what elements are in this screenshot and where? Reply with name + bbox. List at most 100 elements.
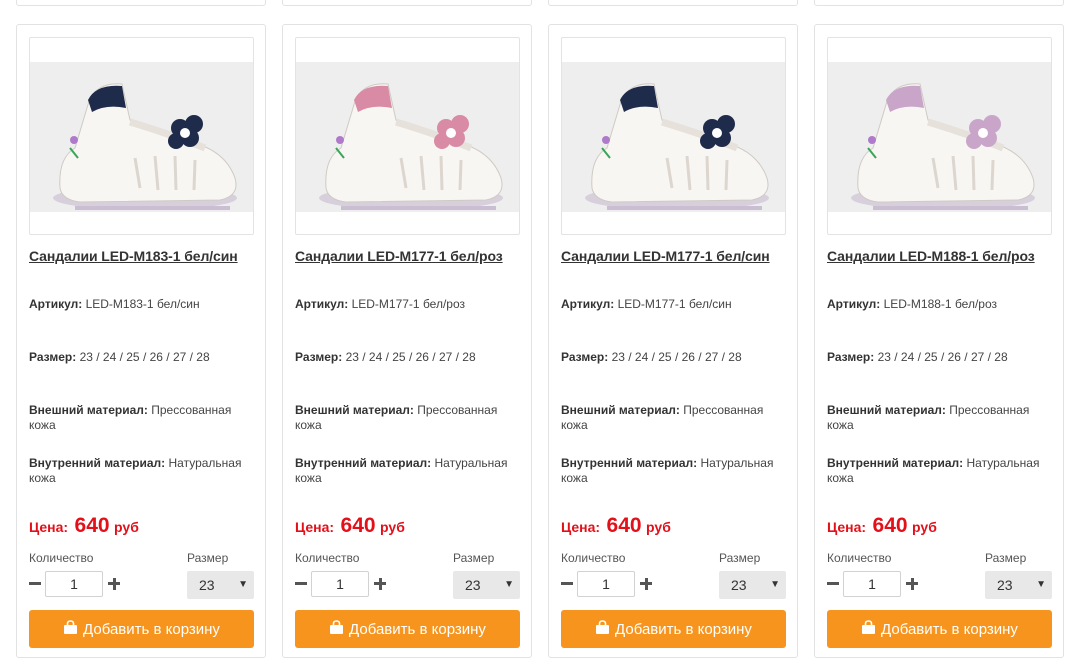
inner-material-row: Внутренний материал: Натуральная кожа [561,456,789,486]
previous-row-card [282,0,532,6]
sizes-label: Размер: [827,350,875,364]
quantity-label: Количество [295,551,360,565]
plus-icon[interactable] [638,573,654,593]
product-photo[interactable] [295,37,520,235]
chevron-down-icon: ▼ [504,579,514,590]
shopping-bag-icon [329,619,344,639]
chevron-down-icon: ▼ [1036,579,1046,590]
sizes-row: Размер: 23 / 24 / 25 / 26 / 27 / 28 [29,350,257,365]
size-select-value: 23 [997,577,1013,593]
price: Цена: 640 руб [827,514,937,538]
add-to-cart-button[interactable]: Добавить в корзину [827,610,1052,648]
size-select[interactable]: 23 ▼ [985,571,1052,599]
inner-material-label: Внутренний материал: [561,456,698,470]
shopping-bag-icon [63,619,78,639]
chevron-down-icon: ▼ [238,579,248,590]
size-select[interactable]: 23 ▼ [453,571,520,599]
price-currency: руб [114,519,139,535]
sku-label: Артикул: [295,297,349,311]
sizes-value: 23 / 24 / 25 / 26 / 27 / 28 [79,350,210,364]
outer-material-row: Внешний материал: Прессованная кожа [295,403,523,433]
sandal-image [562,62,785,212]
plus-icon[interactable] [372,573,388,593]
price: Цена: 640 руб [29,514,139,538]
sizes-row: Размер: 23 / 24 / 25 / 26 / 27 / 28 [295,350,523,365]
outer-material-row: Внешний материал: Прессованная кожа [29,403,257,433]
price-label: Цена: [29,519,69,535]
product-card: Сандалии LED-M177-1 бел/роз Артикул: LED… [282,24,532,658]
outer-material-label: Внешний материал: [29,403,148,417]
inner-material-label: Внутренний материал: [29,456,166,470]
sku-label: Артикул: [561,297,615,311]
inner-material-label: Внутренний материал: [295,456,432,470]
price: Цена: 640 руб [561,514,671,538]
inner-material-row: Внутренний материал: Натуральная кожа [827,456,1055,486]
price: Цена: 640 руб [295,514,405,538]
add-to-cart-button[interactable]: Добавить в корзину [561,610,786,648]
product-title[interactable]: Сандалии LED-M177-1 бел/син [561,248,770,264]
product-photo[interactable] [827,37,1052,235]
sizes-label: Размер: [29,350,77,364]
sandal-image [30,62,253,212]
size-select[interactable]: 23 ▼ [187,571,254,599]
outer-material-label: Внешний материал: [295,403,414,417]
minus-icon[interactable] [559,573,575,593]
chevron-down-icon: ▼ [770,579,780,590]
product-title[interactable]: Сандалии LED-M177-1 бел/роз [295,248,503,264]
outer-material-label: Внешний материал: [827,403,946,417]
outer-material-row: Внешний материал: Прессованная кожа [827,403,1055,433]
previous-row-card [814,0,1064,6]
size-select-value: 23 [465,577,481,593]
sku-row: Артикул: LED-M188-1 бел/роз [827,297,1055,312]
sizes-label: Размер: [295,350,343,364]
product-photo[interactable] [561,37,786,235]
outer-material-label: Внешний материал: [561,403,680,417]
size-select[interactable]: 23 ▼ [719,571,786,599]
price-label: Цена: [827,519,867,535]
sku-value: LED-M183-1 бел/син [85,297,200,311]
price-currency: руб [912,519,937,535]
price-value: 640 [74,514,110,537]
product-title[interactable]: Сандалии LED-M183-1 бел/син [29,248,238,264]
price-value: 640 [340,514,376,537]
sku-value: LED-M188-1 бел/роз [883,297,998,311]
sku-row: Артикул: LED-M177-1 бел/роз [295,297,523,312]
quantity-label: Количество [561,551,626,565]
plus-icon[interactable] [904,573,920,593]
shopping-bag-icon [861,619,876,639]
add-to-cart-button[interactable]: Добавить в корзину [295,610,520,648]
add-to-cart-label: Добавить в корзину [615,620,752,638]
minus-icon[interactable] [293,573,309,593]
product-title[interactable]: Сандалии LED-M188-1 бел/роз [827,248,1035,264]
add-to-cart-label: Добавить в корзину [83,620,220,638]
price-currency: руб [380,519,405,535]
shopping-bag-icon [595,619,610,639]
plus-icon[interactable] [106,573,122,593]
sizes-value: 23 / 24 / 25 / 26 / 27 / 28 [345,350,476,364]
sizes-value: 23 / 24 / 25 / 26 / 27 / 28 [877,350,1008,364]
quantity-input[interactable] [577,571,635,597]
add-to-cart-label: Добавить в корзину [349,620,486,638]
product-photo[interactable] [29,37,254,235]
sku-value: LED-M177-1 бел/роз [351,297,466,311]
quantity-input[interactable] [311,571,369,597]
price-currency: руб [646,519,671,535]
price-label: Цена: [295,519,335,535]
sizes-label: Размер: [561,350,609,364]
size-select-label: Размер [187,551,229,565]
minus-icon[interactable] [27,573,43,593]
minus-icon[interactable] [825,573,841,593]
sku-row: Артикул: LED-M183-1 бел/син [29,297,257,312]
quantity-input[interactable] [843,571,901,597]
quantity-input[interactable] [45,571,103,597]
quantity-label: Количество [29,551,94,565]
add-to-cart-button[interactable]: Добавить в корзину [29,610,254,648]
sku-row: Артикул: LED-M177-1 бел/син [561,297,789,312]
price-label: Цена: [561,519,601,535]
outer-material-row: Внешний материал: Прессованная кожа [561,403,789,433]
inner-material-row: Внутренний материал: Натуральная кожа [295,456,523,486]
sandal-image [828,62,1051,212]
sizes-row: Размер: 23 / 24 / 25 / 26 / 27 / 28 [827,350,1055,365]
size-select-label: Размер [453,551,495,565]
price-value: 640 [872,514,908,537]
